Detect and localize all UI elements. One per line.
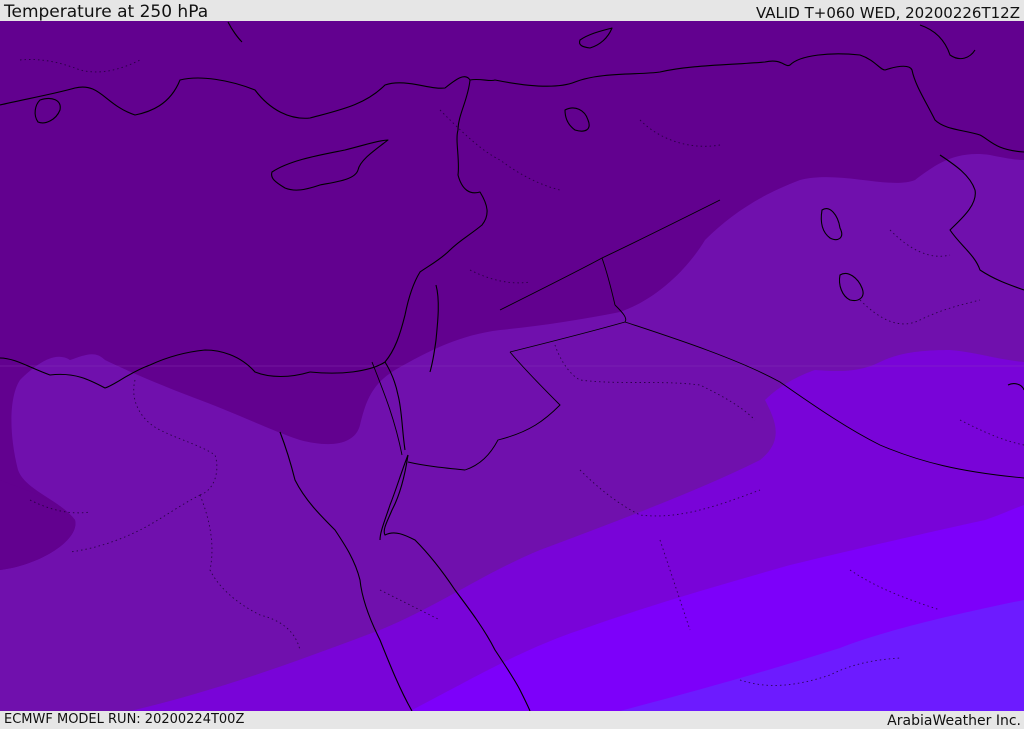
credit: ArabiaWeather Inc. <box>887 713 1021 729</box>
valid-time: VALID T+060 WED, 20200226T12Z <box>755 4 1020 22</box>
model-run: ECMWF MODEL RUN: 20200224T00Z <box>4 712 245 727</box>
temperature-map <box>0 21 1024 711</box>
footer-bar: ECMWF MODEL RUN: 20200224T00Z ArabiaWeat… <box>0 711 1024 729</box>
map-title: Temperature at 250 hPa <box>4 2 209 22</box>
header-bar: Temperature at 250 hPa VALID T+060 WED, … <box>0 0 1024 21</box>
